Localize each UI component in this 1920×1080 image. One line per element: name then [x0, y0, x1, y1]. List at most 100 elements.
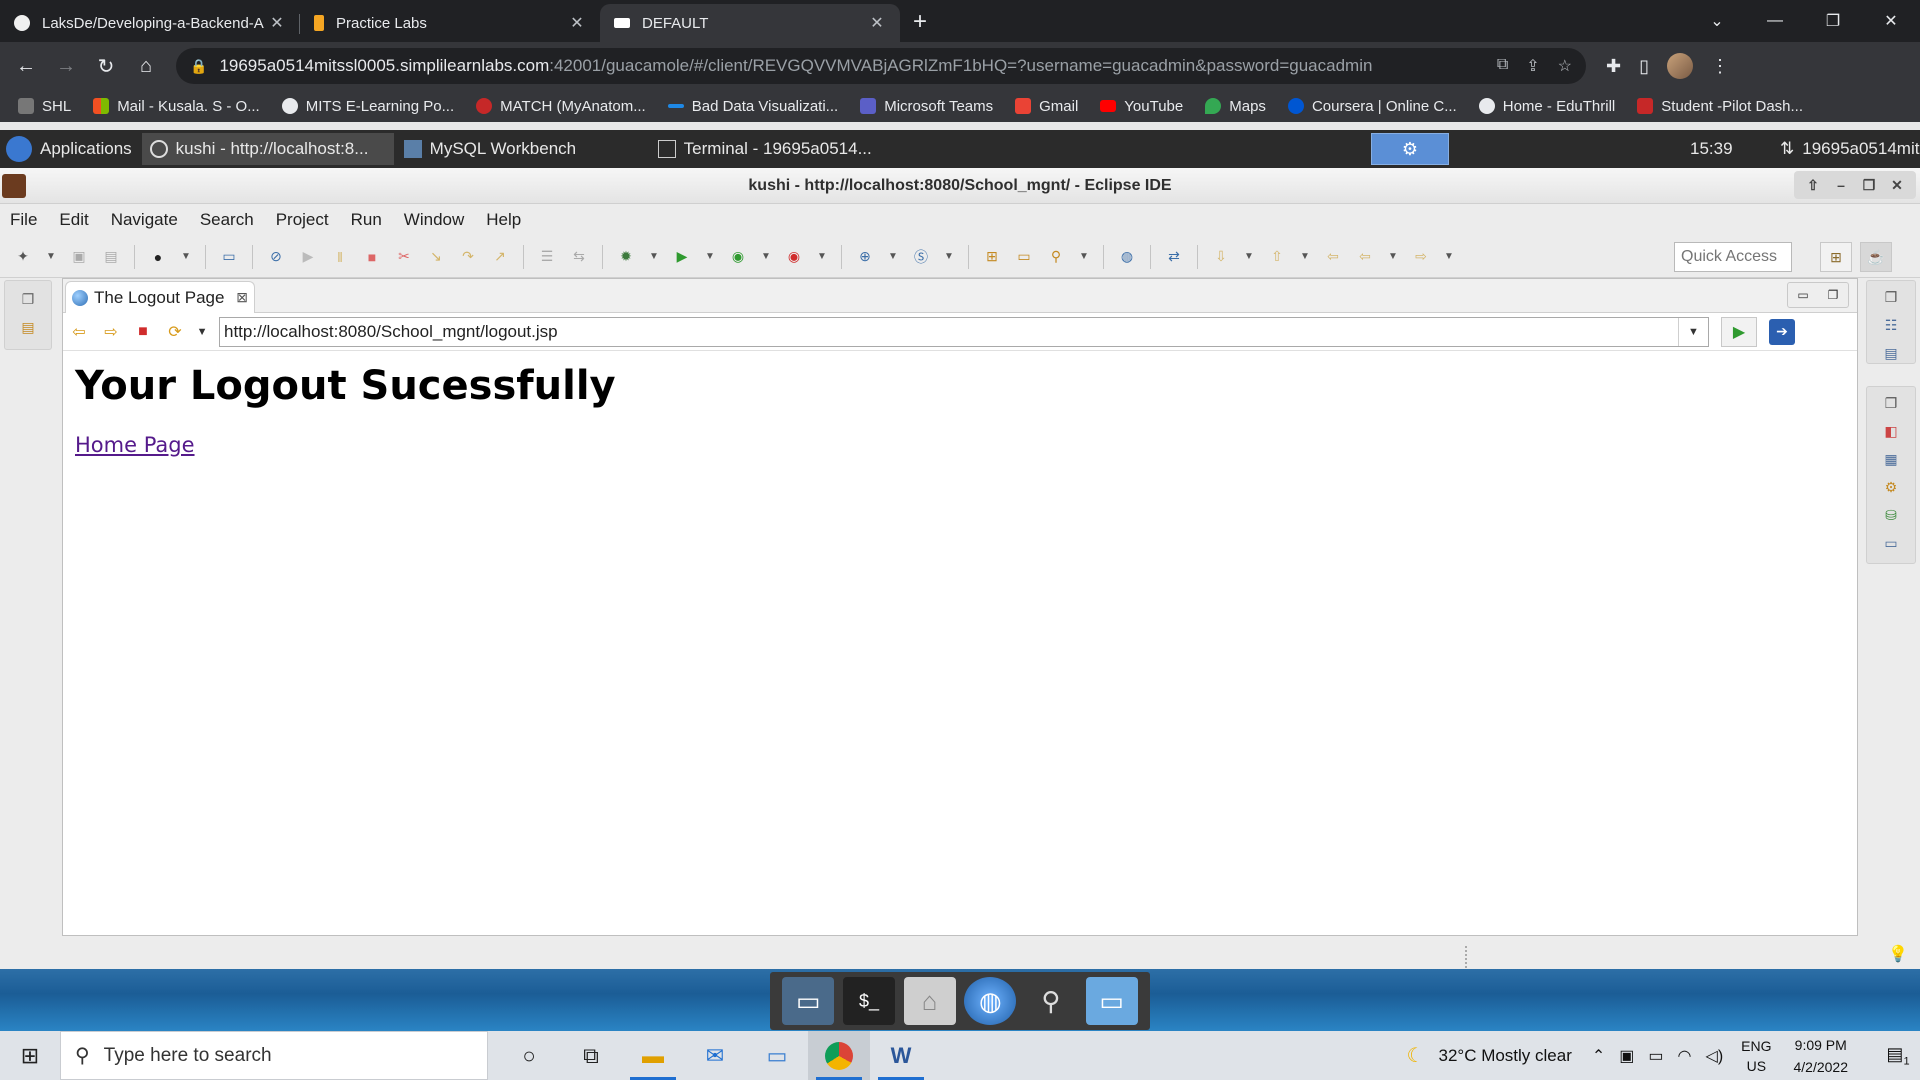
browser-tab-github[interactable]: LaksDe/Developing-a-Backend-A ✕: [0, 4, 300, 42]
browser-url-field[interactable]: ▼: [219, 316, 1709, 347]
open-folder-icon[interactable]: ▭: [1015, 248, 1033, 266]
save-icon[interactable]: ▣: [70, 248, 88, 266]
java-ee-perspective-icon[interactable]: ☕: [1860, 242, 1892, 272]
remote-desktop-icon[interactable]: ▭: [746, 1031, 808, 1080]
panel-user[interactable]: ⇅ 19695a0514mits: [1780, 130, 1920, 168]
disconnect-icon[interactable]: ✂: [395, 248, 413, 266]
new-class-icon[interactable]: Ⓢ: [912, 248, 930, 266]
home-icon[interactable]: ⌂: [126, 46, 166, 86]
chevron-down-icon[interactable]: ▼: [817, 248, 827, 266]
volume-icon[interactable]: ◁): [1706, 1046, 1724, 1066]
use-step-filters-icon[interactable]: ⇆: [570, 248, 588, 266]
word-icon[interactable]: W: [870, 1031, 932, 1080]
properties-icon[interactable]: ▦: [1881, 451, 1901, 471]
terminal-icon[interactable]: $_: [842, 977, 895, 1025]
step-over-icon[interactable]: ↷: [459, 248, 477, 266]
search-icon[interactable]: ⚲: [1025, 977, 1077, 1025]
menu-window[interactable]: Window: [404, 210, 464, 230]
go-button[interactable]: ▶: [1721, 316, 1757, 347]
close-icon[interactable]: ⊠: [236, 289, 248, 306]
restore-icon[interactable]: ❐: [1881, 395, 1901, 415]
console-icon[interactable]: ▭: [1881, 535, 1901, 555]
taskbar-item-eclipse[interactable]: kushi - http://localhost:8...: [141, 133, 394, 165]
project-explorer-icon[interactable]: ▤: [19, 319, 37, 337]
back-icon[interactable]: ⇦: [1356, 248, 1374, 266]
bookmark-item[interactable]: MITS E-Learning Po...: [281, 98, 454, 115]
browser-tab-default[interactable]: DEFAULT ✕: [600, 4, 900, 42]
forward-icon[interactable]: ⇨: [1412, 248, 1430, 266]
suspend-icon[interactable]: ‖: [331, 248, 349, 266]
maximize-icon[interactable]: ❐: [1818, 283, 1848, 307]
url-input[interactable]: [224, 321, 1708, 342]
bookmark-item[interactable]: MATCH (MyAnatom...: [476, 98, 646, 115]
terminate-icon[interactable]: ■: [363, 248, 381, 266]
web-browser-icon[interactable]: ◍: [964, 977, 1017, 1025]
chevron-down-icon[interactable]: ▼: [1388, 248, 1398, 266]
search-icon[interactable]: ⚲: [1047, 248, 1065, 266]
open-task-icon[interactable]: ●: [149, 248, 167, 266]
run-server-icon[interactable]: ◉: [729, 248, 747, 266]
bookmark-item[interactable]: Coursera | Online C...: [1287, 98, 1457, 115]
menu-edit[interactable]: Edit: [59, 210, 88, 230]
menu-help[interactable]: Help: [486, 210, 521, 230]
bookmark-item[interactable]: Bad Data Visualizati...: [667, 98, 838, 115]
step-return-icon[interactable]: ↗: [491, 248, 509, 266]
quick-access-input[interactable]: [1674, 242, 1792, 272]
chevron-up-icon[interactable]: ⌃: [1592, 1046, 1605, 1066]
language-indicator[interactable]: ENG US: [1741, 1036, 1771, 1076]
menu-icon[interactable]: ⋮: [1711, 56, 1729, 77]
show-desktop-icon[interactable]: ▭: [782, 977, 835, 1025]
workspace-switcher[interactable]: ⚙: [1371, 133, 1449, 165]
stop-icon[interactable]: ■: [133, 322, 153, 342]
lock-icon[interactable]: 🔒: [190, 58, 207, 75]
last-edit-icon[interactable]: ⇦: [1324, 248, 1342, 266]
markers-icon[interactable]: ◧: [1881, 423, 1901, 443]
minimize-icon[interactable]: ▭: [1788, 283, 1818, 307]
external-tools-icon[interactable]: ◉: [785, 248, 803, 266]
wifi-icon[interactable]: ◠: [1678, 1046, 1692, 1066]
open-type-icon[interactable]: ⊞: [983, 248, 1001, 266]
applications-menu[interactable]: Applications: [0, 130, 142, 168]
menu-project[interactable]: Project: [276, 210, 329, 230]
windows-start-icon[interactable]: ⊞: [0, 1031, 60, 1080]
file-explorer-icon[interactable]: ▬: [622, 1031, 684, 1080]
bookmark-item[interactable]: Microsoft Teams: [860, 98, 993, 115]
new-server-icon[interactable]: ⊕: [856, 248, 874, 266]
close-icon[interactable]: ✕: [1884, 173, 1910, 197]
share-icon[interactable]: ⇪: [1526, 56, 1539, 76]
restore-icon[interactable]: ❐: [1804, 0, 1862, 42]
bookmark-item[interactable]: Maps: [1205, 98, 1266, 115]
bookmark-item[interactable]: SHL: [18, 98, 71, 115]
chevron-down-icon[interactable]: ▼: [46, 248, 56, 266]
new-icon[interactable]: ✦: [14, 248, 32, 266]
task-view-icon[interactable]: ⧉: [560, 1031, 622, 1080]
terminal-icon[interactable]: ▭: [220, 248, 238, 266]
close-window-icon[interactable]: ✕: [1862, 0, 1920, 42]
open-external-browser-icon[interactable]: ➔: [1769, 318, 1795, 345]
bookmark-item[interactable]: Home - EduThrill: [1478, 98, 1615, 115]
meet-now-icon[interactable]: ▣: [1619, 1046, 1634, 1066]
taskbar-item-terminal[interactable]: Terminal - 19695a0514...: [650, 133, 902, 165]
close-icon[interactable]: ✕: [868, 13, 886, 33]
web-browser-icon[interactable]: ◍: [1118, 248, 1136, 266]
chevron-down-icon[interactable]: ▼: [1444, 248, 1454, 266]
menu-file[interactable]: File: [10, 210, 37, 230]
system-clock[interactable]: 9:09 PM 4/2/2022: [1794, 1034, 1849, 1078]
task-list-icon[interactable]: ▤: [1881, 345, 1901, 365]
notification-center-icon[interactable]: ▤1: [1876, 1044, 1920, 1068]
run-icon[interactable]: ▶: [673, 248, 691, 266]
cortana-icon[interactable]: ○: [498, 1031, 560, 1080]
bookmark-item[interactable]: Gmail: [1015, 98, 1078, 115]
maximize-up-icon[interactable]: ⇧: [1800, 173, 1826, 197]
close-icon[interactable]: ✕: [568, 13, 586, 33]
open-perspective-icon[interactable]: ⊞: [1820, 242, 1852, 272]
restore-icon[interactable]: ❐: [1856, 173, 1882, 197]
battery-icon[interactable]: ▭: [1648, 1046, 1663, 1066]
taskbar-item-mysql[interactable]: MySQL Workbench: [396, 133, 648, 165]
debug-icon[interactable]: ✹: [617, 248, 635, 266]
back-arrow-icon[interactable]: ⇦: [69, 322, 89, 342]
chevron-down-icon[interactable]: ▼: [761, 248, 771, 266]
data-source-icon[interactable]: ⛁: [1881, 507, 1901, 527]
weather-widget[interactable]: ☾ 32°C Mostly clear: [1407, 1043, 1572, 1068]
chevron-down-icon[interactable]: ▼: [1678, 317, 1708, 346]
